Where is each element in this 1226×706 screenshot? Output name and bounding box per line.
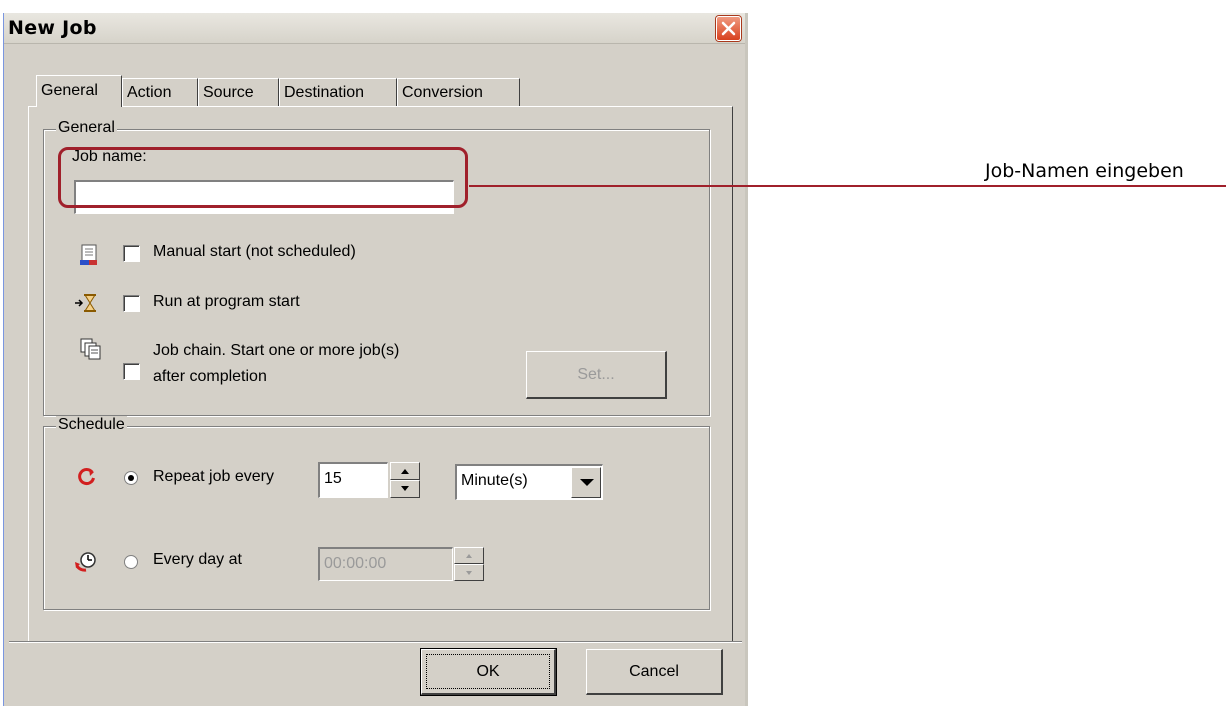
set-button[interactable]: Set... — [526, 351, 667, 399]
time-spin-up-button[interactable] — [454, 547, 484, 564]
run-at-start-checkbox[interactable] — [123, 295, 140, 312]
daily-schedule-icon — [75, 552, 96, 572]
job-chain-label-line1: Job chain. Start one or more job(s) — [153, 342, 400, 359]
focus-rect — [426, 654, 550, 689]
chevron-up-icon — [466, 554, 472, 558]
hourglass-icon — [75, 294, 96, 312]
interval-unit-value: Minute(s) — [461, 472, 528, 489]
daily-time-spinner[interactable] — [454, 547, 484, 581]
dropdown-arrow-icon — [580, 479, 594, 486]
run-at-start-label: Run at program start — [153, 293, 300, 310]
job-chain-checkbox[interactable] — [123, 363, 140, 380]
tab-conversion[interactable]: Conversion — [397, 78, 520, 106]
manual-start-checkbox[interactable] — [123, 245, 140, 262]
tab-general[interactable]: General — [36, 75, 122, 107]
job-chain-icon — [80, 338, 101, 360]
manual-start-icon — [80, 244, 97, 265]
close-button[interactable] — [716, 16, 741, 41]
chevron-down-icon — [466, 571, 472, 575]
interval-unit-select[interactable]: Minute(s) — [455, 464, 603, 500]
repeat-interval-input[interactable]: 15 — [318, 462, 388, 498]
every-day-radio[interactable] — [124, 555, 138, 569]
every-day-label: Every day at — [153, 551, 242, 568]
ok-button[interactable]: OK — [420, 648, 557, 696]
general-group-label: General — [56, 119, 117, 137]
daily-time-input[interactable]: 00:00:00 — [318, 547, 453, 581]
button-separator — [9, 641, 742, 643]
tab-destination[interactable]: Destination — [279, 78, 397, 106]
schedule-group-label: Schedule — [56, 416, 127, 434]
repeat-label: Repeat job every — [153, 468, 274, 485]
chevron-up-icon — [401, 469, 409, 474]
tab-source[interactable]: Source — [198, 78, 279, 106]
time-spin-down-button[interactable] — [454, 564, 484, 581]
title-bar[interactable]: New Job — [4, 13, 745, 44]
schedule-groupbox: Schedule — [43, 416, 710, 610]
job-chain-label-line2: after completion — [153, 368, 267, 385]
spin-down-button[interactable] — [390, 480, 420, 498]
repeat-icon — [78, 468, 95, 485]
window-title: New Job — [8, 17, 97, 39]
callout-label: Job-Namen eingeben — [985, 160, 1184, 182]
dropdown-button[interactable] — [571, 467, 601, 498]
close-icon — [721, 21, 736, 36]
new-job-dialog: New Job General Action Source Destinatio… — [3, 13, 748, 706]
chevron-down-icon — [401, 486, 409, 491]
callout-line — [469, 185, 1226, 187]
manual-start-label: Manual start (not scheduled) — [153, 243, 356, 260]
job-name-highlight — [58, 147, 468, 208]
tab-action[interactable]: Action — [122, 78, 198, 106]
repeat-interval-spinner[interactable] — [390, 462, 420, 498]
spin-up-button[interactable] — [390, 462, 420, 480]
cancel-button[interactable]: Cancel — [586, 649, 723, 695]
repeat-radio[interactable] — [124, 471, 138, 485]
